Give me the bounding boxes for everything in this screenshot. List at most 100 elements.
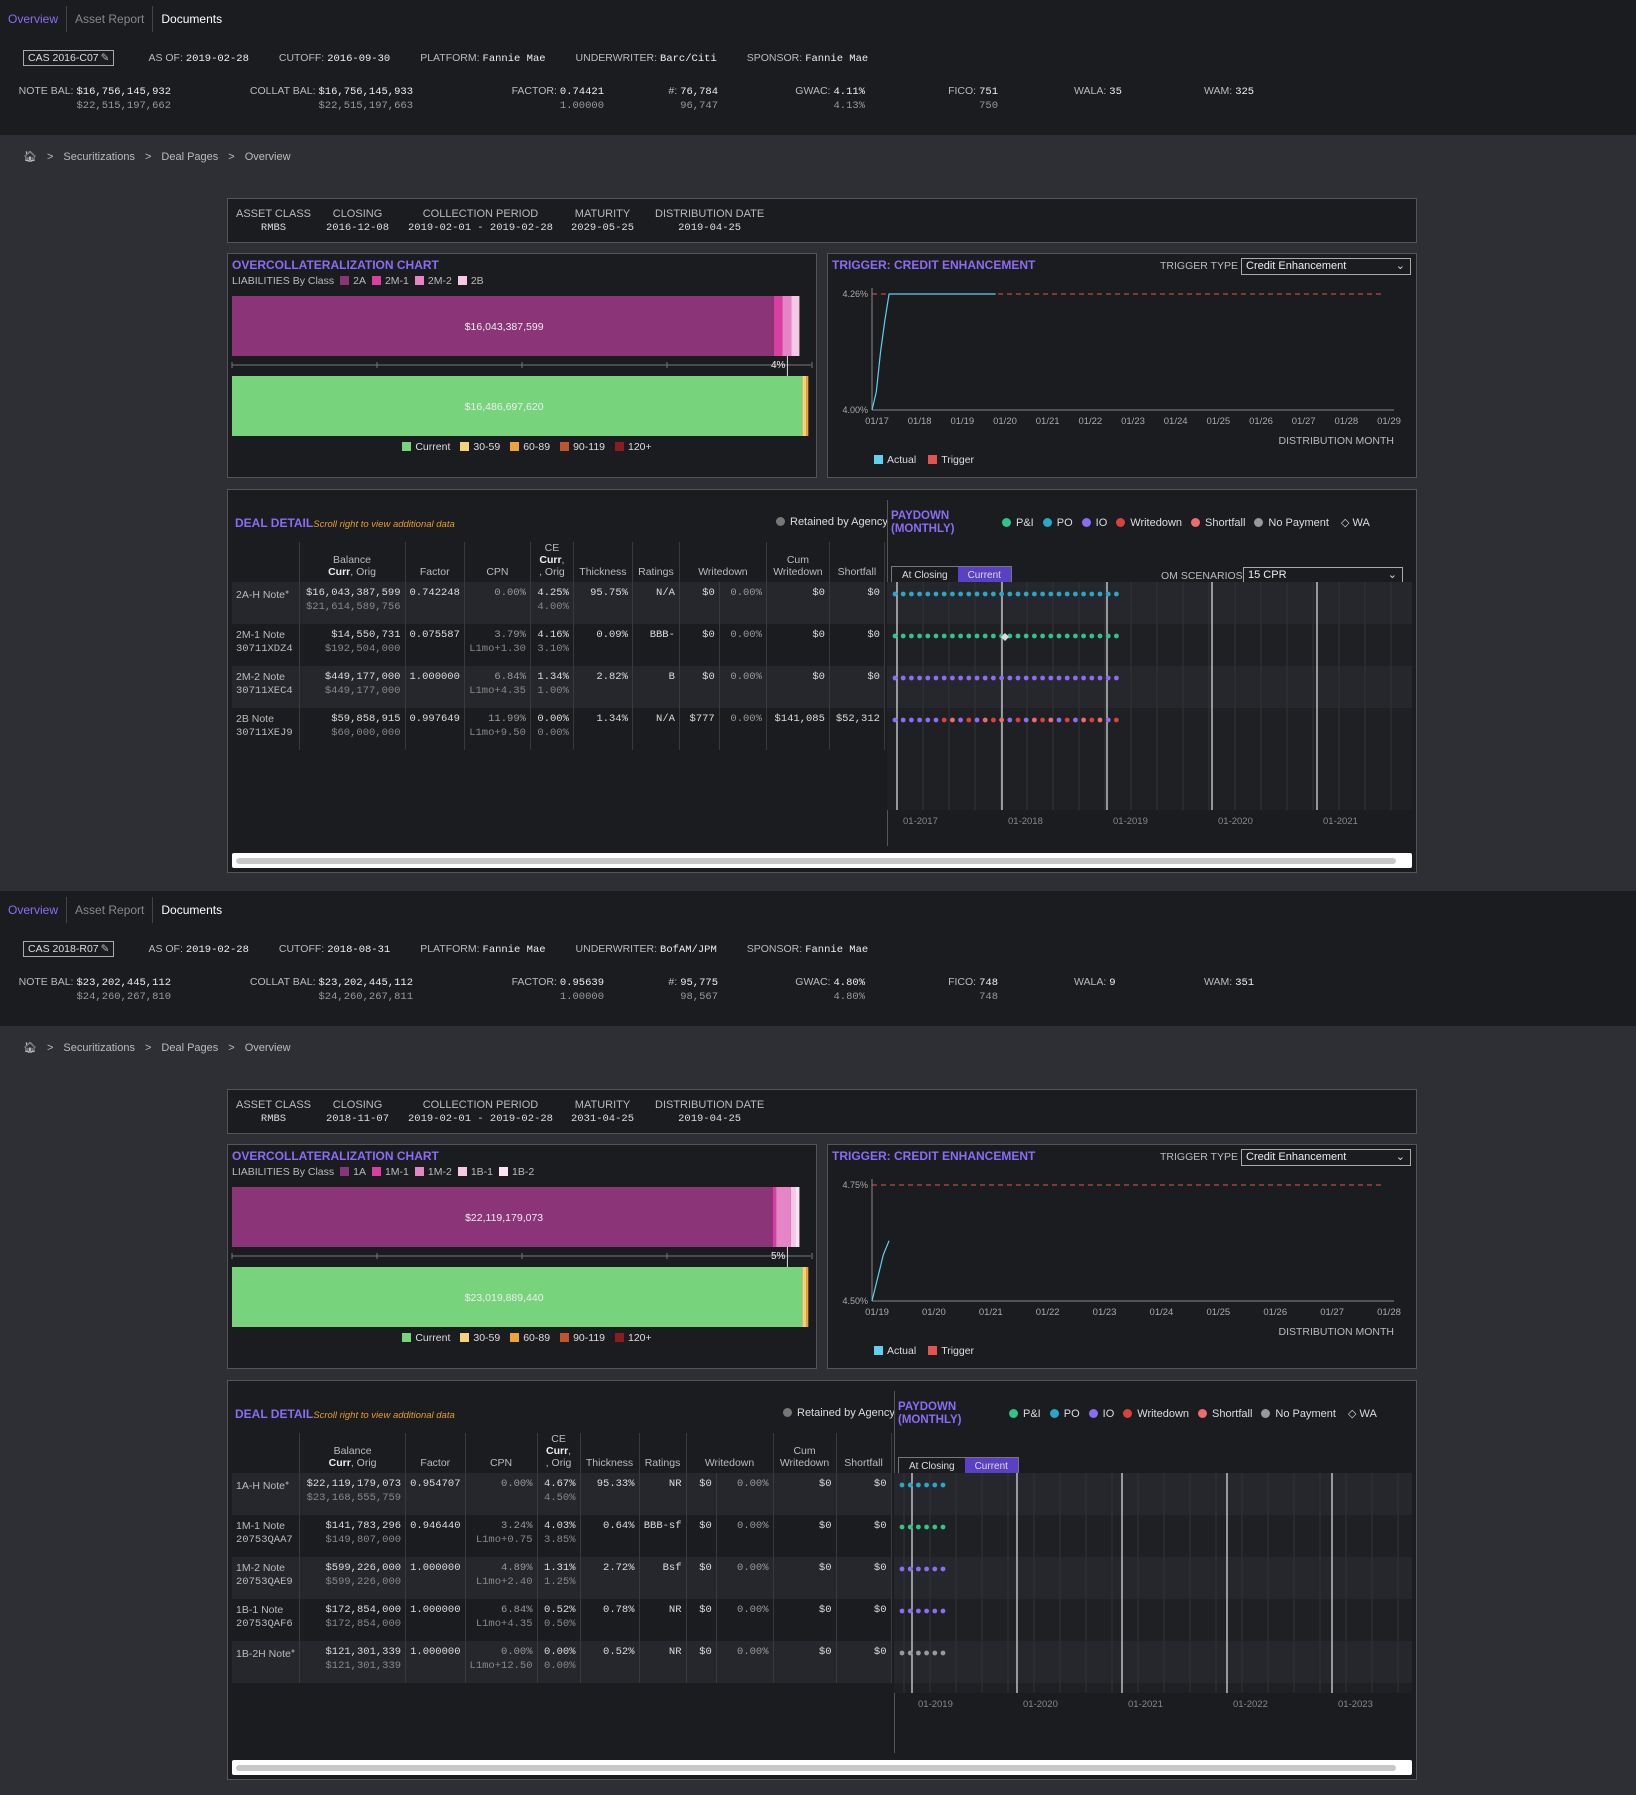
paydown-dot[interactable] xyxy=(1097,717,1103,723)
paydown-dot[interactable] xyxy=(1056,717,1062,723)
collateral-bar-30-59[interactable] xyxy=(802,1267,807,1327)
paydown-dot[interactable] xyxy=(966,675,972,681)
paydown-dot[interactable] xyxy=(1040,717,1045,723)
table-row[interactable]: 2B Note 30711XEJ9 $59,858,915 $60,000,000 0.… xyxy=(232,708,885,750)
collateral-bar-60-89[interactable] xyxy=(806,1267,809,1327)
paydown-dot[interactable] xyxy=(941,717,947,723)
paydown-dot[interactable] xyxy=(899,1482,905,1488)
paydown-dot[interactable] xyxy=(909,591,914,597)
paydown-dot[interactable] xyxy=(940,1650,946,1656)
paydown-dot[interactable] xyxy=(1081,717,1086,723)
paydown-dot[interactable] xyxy=(899,1650,905,1656)
paydown-dot[interactable] xyxy=(892,675,898,681)
scrollbar-thumb[interactable] xyxy=(236,1765,1396,1771)
liability-bar-2M-1[interactable] xyxy=(773,296,783,356)
paydown-dot[interactable] xyxy=(1073,717,1078,723)
table-row[interactable]: 2M-2 Note 30711XEC4 $449,177,000 $449,177,0… xyxy=(232,666,885,708)
paydown-dot[interactable] xyxy=(1056,591,1062,597)
paydown-dot[interactable] xyxy=(941,675,947,681)
paydown-dot[interactable] xyxy=(1073,633,1078,639)
liability-bar-2B[interactable] xyxy=(791,296,800,356)
paydown-dot[interactable] xyxy=(941,591,947,597)
paydown-dot[interactable] xyxy=(991,717,996,723)
paydown-dot[interactable] xyxy=(966,591,972,597)
paydown-dot[interactable] xyxy=(982,591,988,597)
paydown-dot[interactable] xyxy=(925,717,931,723)
paydown-dot[interactable] xyxy=(1073,675,1078,681)
paydown-dot[interactable] xyxy=(1040,633,1045,639)
horizontal-scrollbar[interactable] xyxy=(232,1760,1412,1775)
home-icon[interactable]: 🏠︎ xyxy=(23,150,37,163)
paydown-dot[interactable] xyxy=(991,675,996,681)
paydown-dot[interactable] xyxy=(1064,633,1070,639)
paydown-dot[interactable] xyxy=(933,675,939,681)
paydown-dot[interactable] xyxy=(999,591,1004,597)
paydown-dot[interactable] xyxy=(1097,591,1103,597)
horizontal-scrollbar[interactable] xyxy=(232,853,1412,868)
paydown-dot[interactable] xyxy=(907,1482,913,1488)
paydown-dot[interactable] xyxy=(991,591,996,597)
paydown-dot[interactable] xyxy=(1081,675,1086,681)
table-row[interactable]: 1A-H Note● $22,119,179,073 $23,168,555,759… xyxy=(232,1473,892,1515)
paydown-dot[interactable] xyxy=(940,1608,946,1614)
paydown-dot[interactable] xyxy=(1023,591,1029,597)
collateral-bar-60-89[interactable] xyxy=(806,376,809,436)
breadcrumb-deal-pages[interactable]: Deal Pages xyxy=(161,1042,218,1054)
breadcrumb-securitizations[interactable]: Securitizations xyxy=(63,1042,135,1054)
paydown-dot[interactable] xyxy=(925,633,931,639)
tab-overview[interactable]: Overview xyxy=(0,897,68,923)
paydown-dot[interactable] xyxy=(900,675,906,681)
paydown-dot[interactable] xyxy=(916,1482,921,1488)
paydown-dot[interactable] xyxy=(1114,675,1119,681)
table-row[interactable]: 1M-1 Note 20753QAA7 $141,783,296 $149,807,0… xyxy=(232,1515,892,1557)
paydown-dot[interactable] xyxy=(1048,633,1054,639)
paydown-dot[interactable] xyxy=(917,633,922,639)
paydown-dot[interactable] xyxy=(924,1650,929,1656)
paydown-dot[interactable] xyxy=(916,1650,921,1656)
table-row[interactable]: 2A-H Note● $16,043,387,599 $21,614,589,756… xyxy=(232,582,885,624)
paydown-dot[interactable] xyxy=(1064,591,1070,597)
tab-asset-report[interactable]: Asset Report xyxy=(67,897,154,923)
paydown-dot[interactable] xyxy=(1089,717,1095,723)
liability-bar-1B-2[interactable] xyxy=(795,1187,800,1247)
paydown-dot[interactable] xyxy=(916,1608,921,1614)
paydown-dot[interactable] xyxy=(924,1482,929,1488)
collateral-bar-30-59[interactable] xyxy=(802,376,807,436)
paydown-dot[interactable] xyxy=(933,591,939,597)
tab-documents[interactable]: Documents xyxy=(153,897,230,923)
table-row[interactable]: 1M-2 Note 20753QAE9 $599,226,000 $599,226,0… xyxy=(232,1557,892,1599)
paydown-dot[interactable] xyxy=(932,1650,938,1656)
paydown-dot[interactable] xyxy=(916,1524,921,1530)
paydown-dot[interactable] xyxy=(932,1482,938,1488)
paydown-dot[interactable] xyxy=(916,1566,921,1572)
paydown-dot[interactable] xyxy=(1105,717,1111,723)
paydown-dot[interactable] xyxy=(924,1524,929,1530)
paydown-dot[interactable] xyxy=(932,1566,938,1572)
paydown-dot[interactable] xyxy=(900,633,906,639)
paydown-dot[interactable] xyxy=(1048,591,1054,597)
paydown-dot[interactable] xyxy=(982,633,988,639)
paydown-dot[interactable] xyxy=(982,717,988,723)
breadcrumb-deal-pages[interactable]: Deal Pages xyxy=(161,151,218,163)
paydown-dot[interactable] xyxy=(907,1608,913,1614)
paydown-dot[interactable] xyxy=(1105,633,1111,639)
breadcrumb-securitizations[interactable]: Securitizations xyxy=(63,151,135,163)
paydown-dot[interactable] xyxy=(1105,591,1111,597)
paydown-dot[interactable] xyxy=(966,717,972,723)
edit-pencil-icon[interactable]: ✎ xyxy=(101,943,110,955)
paydown-dot[interactable] xyxy=(1048,675,1054,681)
table-row[interactable]: 1B-1 Note 20753QAF6 $172,854,000 $172,854,0… xyxy=(232,1599,892,1641)
paydown-dot[interactable] xyxy=(958,633,963,639)
paydown-dot[interactable] xyxy=(1015,591,1021,597)
paydown-dot[interactable] xyxy=(1064,717,1070,723)
paydown-dot[interactable] xyxy=(1114,633,1119,639)
paydown-dot[interactable] xyxy=(1097,633,1103,639)
scrollbar-thumb[interactable] xyxy=(236,858,1396,864)
paydown-dot[interactable] xyxy=(950,717,955,723)
paydown-dot[interactable] xyxy=(932,1608,938,1614)
paydown-dot[interactable] xyxy=(958,675,963,681)
paydown-dot[interactable] xyxy=(925,591,931,597)
paydown-dot[interactable] xyxy=(932,1524,938,1530)
paydown-dot[interactable] xyxy=(1056,633,1062,639)
paydown-dot[interactable] xyxy=(900,591,906,597)
